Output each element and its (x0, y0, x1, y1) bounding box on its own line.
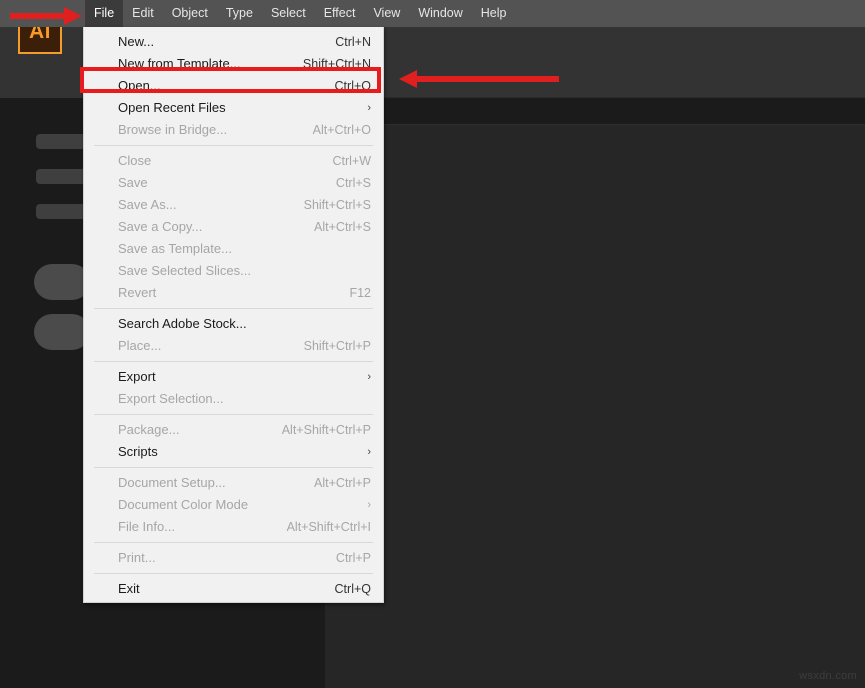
menu-item-open[interactable]: Open...Ctrl+O (84, 75, 383, 97)
menu-item-new[interactable]: New...Ctrl+N (84, 31, 383, 53)
chevron-right-icon: › (359, 494, 371, 516)
menu-item-export-selection: Export Selection... (84, 388, 383, 410)
menu-item-label: Open Recent Files (118, 97, 359, 119)
menu-item-shortcut: Alt+Shift+Ctrl+I (287, 516, 371, 538)
menu-item-shortcut: Ctrl+Q (335, 578, 371, 600)
menu-item-label: Place... (118, 335, 304, 357)
menubar-item-edit[interactable]: Edit (123, 0, 163, 27)
menu-item-print: Print...Ctrl+P (84, 547, 383, 569)
menu-item-shortcut: Alt+Ctrl+S (314, 216, 371, 238)
left-rail (0, 27, 83, 688)
menu-bar: FileEditObjectTypeSelectEffectViewWindow… (0, 0, 865, 27)
menu-separator (94, 361, 373, 362)
placeholder-pill-2 (34, 314, 90, 350)
menu-item-file-info: File Info...Alt+Shift+Ctrl+I (84, 516, 383, 538)
menu-item-label: Open... (118, 75, 335, 97)
menu-item-label: New from Template... (118, 53, 303, 75)
menu-item-save: SaveCtrl+S (84, 172, 383, 194)
menu-item-shortcut: Shift+Ctrl+N (303, 53, 371, 75)
placeholder-bar-3 (36, 204, 88, 219)
menu-separator (94, 308, 373, 309)
menu-item-label: Package... (118, 419, 282, 441)
menu-item-shortcut: Alt+Ctrl+P (314, 472, 371, 494)
chevron-right-icon: › (359, 97, 371, 119)
menu-item-label: Document Setup... (118, 472, 314, 494)
menubar-item-help[interactable]: Help (472, 0, 516, 27)
menu-item-label: Export (118, 366, 359, 388)
menu-item-save-as-template: Save as Template... (84, 238, 383, 260)
menu-item-document-color-mode: Document Color Mode› (84, 494, 383, 516)
menu-item-browse-in-bridge: Browse in Bridge...Alt+Ctrl+O (84, 119, 383, 141)
menu-item-shortcut: Ctrl+N (335, 31, 371, 53)
menu-item-shortcut: Alt+Ctrl+O (313, 119, 371, 141)
menu-item-save-selected-slices: Save Selected Slices... (84, 260, 383, 282)
menu-item-save-a-copy: Save a Copy...Alt+Ctrl+S (84, 216, 383, 238)
menu-item-search-adobe-stock[interactable]: Search Adobe Stock... (84, 313, 383, 335)
menu-item-label: Browse in Bridge... (118, 119, 313, 141)
menu-item-shortcut: F12 (349, 282, 371, 304)
menu-item-label: Export Selection... (118, 388, 371, 410)
chevron-right-icon: › (359, 441, 371, 463)
menu-separator (94, 145, 373, 146)
menu-item-label: Save (118, 172, 336, 194)
menu-item-label: Save As... (118, 194, 304, 216)
menu-separator (94, 414, 373, 415)
menu-item-package: Package...Alt+Shift+Ctrl+P (84, 419, 383, 441)
menu-item-open-recent-files[interactable]: Open Recent Files› (84, 97, 383, 119)
menu-item-new-from-template[interactable]: New from Template...Shift+Ctrl+N (84, 53, 383, 75)
menubar-item-window[interactable]: Window (409, 0, 471, 27)
file-menu-dropdown[interactable]: New...Ctrl+NNew from Template...Shift+Ct… (83, 27, 384, 603)
menubar-item-file[interactable]: File (85, 0, 123, 27)
menu-item-shortcut: Ctrl+P (336, 547, 371, 569)
menubar-item-select[interactable]: Select (262, 0, 315, 27)
menu-separator (94, 542, 373, 543)
menu-item-export[interactable]: Export› (84, 366, 383, 388)
illustrator-window: Ai FileEditObjectTypeSelectEffectViewWin… (0, 0, 865, 688)
menu-item-label: Save as Template... (118, 238, 371, 260)
menu-item-label: Search Adobe Stock... (118, 313, 371, 335)
menu-item-document-setup: Document Setup...Alt+Ctrl+P (84, 472, 383, 494)
watermark: wsxdn.com (799, 670, 857, 682)
menu-item-shortcut: Ctrl+S (336, 172, 371, 194)
menubar-item-effect[interactable]: Effect (315, 0, 365, 27)
menu-item-label: Scripts (118, 441, 359, 463)
menu-item-label: Document Color Mode (118, 494, 359, 516)
menu-item-label: Save a Copy... (118, 216, 314, 238)
menubar-item-view[interactable]: View (364, 0, 409, 27)
menu-item-label: New... (118, 31, 335, 53)
placeholder-pill-1 (34, 264, 90, 300)
menu-item-shortcut: Alt+Shift+Ctrl+P (282, 419, 371, 441)
menu-item-exit[interactable]: ExitCtrl+Q (84, 578, 383, 600)
menu-item-shortcut: Shift+Ctrl+P (304, 335, 371, 357)
menubar-item-type[interactable]: Type (217, 0, 262, 27)
menu-item-label: Save Selected Slices... (118, 260, 371, 282)
chevron-right-icon: › (359, 366, 371, 388)
menu-separator (94, 573, 373, 574)
placeholder-bar-1 (36, 134, 88, 149)
menu-item-label: Revert (118, 282, 349, 304)
menu-item-label: Print... (118, 547, 336, 569)
menu-item-shortcut: Shift+Ctrl+S (304, 194, 371, 216)
menu-item-close: CloseCtrl+W (84, 150, 383, 172)
menu-item-label: File Info... (118, 516, 287, 538)
menubar-item-object[interactable]: Object (163, 0, 217, 27)
menu-item-place: Place...Shift+Ctrl+P (84, 335, 383, 357)
menu-item-revert: RevertF12 (84, 282, 383, 304)
canvas-area (325, 125, 865, 688)
menubar-spacer (0, 0, 85, 27)
placeholder-bar-2 (36, 169, 88, 184)
menu-separator (94, 467, 373, 468)
menu-item-shortcut: Ctrl+W (332, 150, 371, 172)
menu-item-shortcut: Ctrl+O (335, 75, 371, 97)
menu-item-label: Exit (118, 578, 335, 600)
menu-item-scripts[interactable]: Scripts› (84, 441, 383, 463)
menu-item-label: Close (118, 150, 332, 172)
menu-item-save-as: Save As...Shift+Ctrl+S (84, 194, 383, 216)
